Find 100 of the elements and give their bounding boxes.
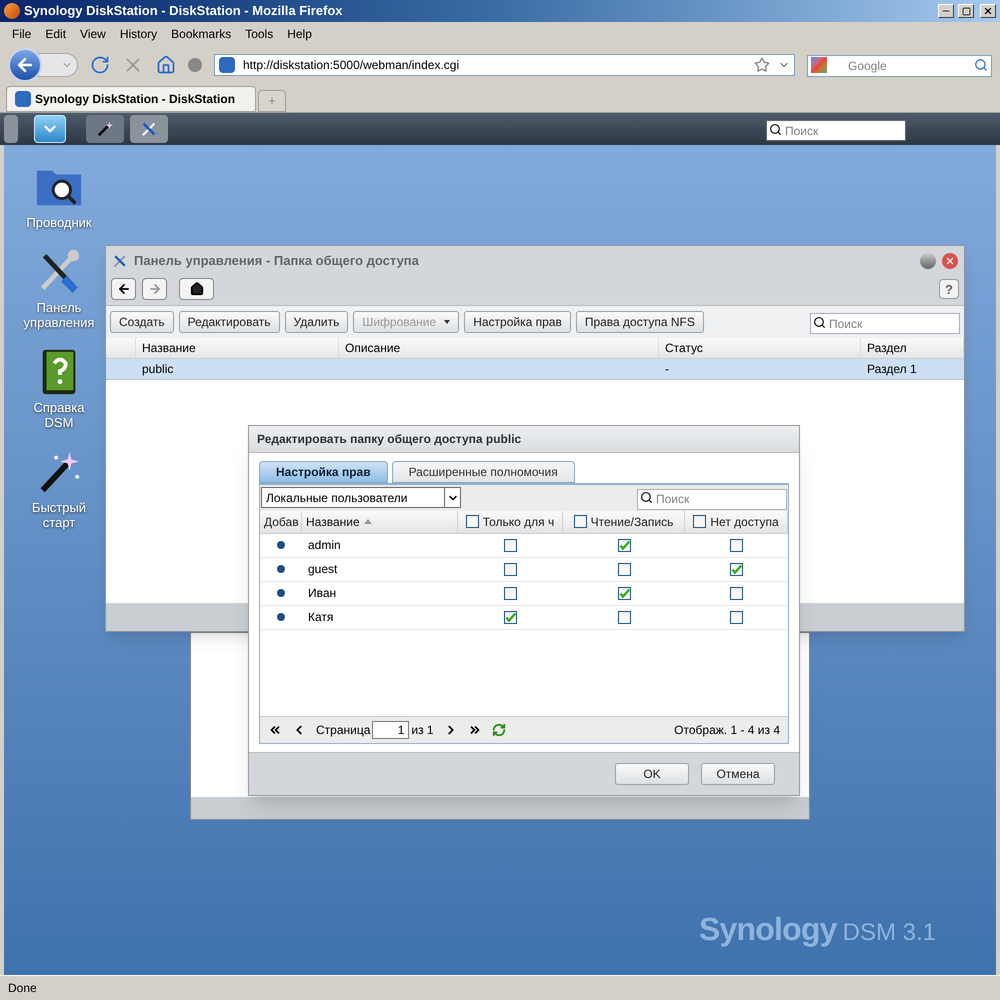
column-header[interactable]: Раздел [861, 338, 964, 358]
page-label: Страница [316, 722, 370, 739]
checkbox[interactable] [730, 538, 743, 552]
column-header[interactable]: Описание [339, 338, 659, 358]
toolbar-button[interactable]: Создать [110, 311, 174, 333]
search-icon [813, 316, 826, 328]
window-title: Synology DiskStation - DiskStation - Mozilla Firefox [24, 2, 344, 20]
toolbar-button[interactable]: Права доступа NFS [576, 311, 704, 333]
reload-icon[interactable] [90, 55, 110, 75]
checkbox[interactable] [730, 562, 743, 576]
site-icon [15, 91, 31, 107]
checkbox[interactable] [618, 562, 630, 576]
column-header[interactable]: Статус [659, 338, 861, 358]
browser-logo-icon [4, 3, 20, 19]
search-field[interactable]: Поиск [810, 313, 960, 334]
column-header[interactable]: Только для ч [482, 512, 554, 531]
page-count: из 1 [411, 722, 434, 739]
page-field[interactable]: 1 [372, 720, 410, 739]
search-icon[interactable] [974, 58, 988, 72]
filter-dropdown[interactable]: Локальные пользователи [261, 487, 461, 508]
user-name: admin [308, 538, 341, 552]
search-icon [640, 491, 653, 504]
checkbox[interactable] [618, 538, 630, 552]
checkbox[interactable] [504, 586, 517, 600]
menu-item[interactable]: Help [281, 24, 318, 42]
header-checkbox[interactable] [693, 515, 706, 528]
control-panel-taskbar-button[interactable] [130, 115, 168, 143]
close-icon [983, 6, 993, 16]
site-icon [219, 57, 235, 73]
plus-icon [267, 96, 277, 106]
column-header[interactable]: Нет доступа [710, 512, 779, 531]
toolbar-button[interactable]: Настройка прав [464, 311, 571, 333]
start-menu-button[interactable] [34, 115, 66, 143]
home-button[interactable] [179, 278, 214, 300]
close-button[interactable] [980, 4, 996, 18]
maximize-icon [962, 6, 970, 16]
window-title: Панель управления - Папка общего доступа [134, 252, 420, 270]
display-count: Отображ. 1 - 4 из 4 [674, 722, 780, 739]
dialog-button[interactable]: OK [615, 762, 689, 785]
search-icon [769, 122, 782, 136]
menu-item[interactable]: Tools [239, 24, 280, 42]
toolbar-button[interactable]: Редактировать [178, 311, 280, 333]
search-field[interactable]: Google [807, 55, 992, 77]
quick-start-taskbar-button[interactable] [86, 115, 124, 143]
tab-label: Synology DiskStation - DiskStation [35, 91, 236, 108]
dialog-tab[interactable]: Расширенные полномочия [392, 460, 575, 483]
tools-icon [112, 253, 128, 269]
minimize-button[interactable] [938, 4, 954, 18]
checkbox[interactable] [618, 586, 630, 600]
taskbar-grip [4, 115, 18, 143]
checkbox[interactable] [730, 610, 743, 624]
header-checkbox[interactable] [466, 515, 479, 528]
close-icon [945, 256, 955, 266]
checkbox[interactable] [504, 610, 517, 624]
column-header[interactable]: Чтение/Запись [590, 512, 674, 531]
dialog-button[interactable]: Отмена [701, 762, 775, 785]
caret-icon [444, 320, 450, 324]
menu-item[interactable]: View [74, 24, 112, 42]
browser-tab[interactable]: Synology DiskStation - DiskStation [6, 86, 256, 112]
dialog-tab[interactable]: Настройка прав [259, 460, 388, 483]
tools-icon [140, 120, 158, 138]
table-cell-text: Раздел 1 [867, 361, 917, 378]
menu-item[interactable]: File [6, 24, 38, 42]
forward-arrow-icon [148, 282, 162, 296]
header-checkbox[interactable] [574, 515, 587, 528]
toolbar-button[interactable]: Удалить [284, 311, 348, 333]
refresh-icon[interactable] [492, 722, 506, 737]
help-button[interactable]: ? [939, 279, 959, 299]
checkbox[interactable] [618, 610, 630, 624]
search-field[interactable]: Поиск [766, 120, 906, 141]
home-icon[interactable] [156, 55, 176, 75]
status-bar: Done [0, 975, 1000, 1000]
home-icon [190, 282, 204, 296]
menu-item[interactable]: History [114, 24, 164, 42]
forward-button[interactable] [142, 278, 167, 300]
user-name: guest [308, 562, 338, 576]
dialog-title: Редактировать папку общего доступа public [257, 430, 522, 448]
user-name: Катя [308, 610, 334, 624]
column-header[interactable]: Название [136, 338, 339, 358]
back-arrow-icon [15, 55, 35, 75]
back-arrow-icon [116, 282, 130, 296]
back-button[interactable] [111, 278, 136, 300]
sort-arrow-icon [364, 519, 372, 524]
checkbox[interactable] [504, 562, 517, 576]
column-header[interactable]: Добав [264, 512, 299, 531]
column-header[interactable]: Название [306, 512, 360, 531]
table-row[interactable]: public - Раздел 1 [106, 359, 964, 380]
menu-item[interactable]: Edit [39, 24, 72, 42]
url-field[interactable]: http://diskstation:5000/webman/index.cgi [214, 54, 795, 76]
product-version-text: DSM 3.1 [842, 918, 936, 948]
maximize-button[interactable] [958, 4, 974, 18]
table-cell-text: - [665, 361, 669, 378]
menu-item[interactable]: Bookmarks [165, 24, 238, 42]
checkbox[interactable] [504, 538, 517, 552]
user-name: Иван [308, 586, 336, 600]
bookmark-star-icon[interactable] [754, 57, 770, 73]
checkbox[interactable] [730, 586, 743, 600]
magic-wand-icon [96, 120, 114, 138]
table-cell-text: public [142, 361, 174, 378]
search-field[interactable]: Поиск [637, 488, 787, 510]
